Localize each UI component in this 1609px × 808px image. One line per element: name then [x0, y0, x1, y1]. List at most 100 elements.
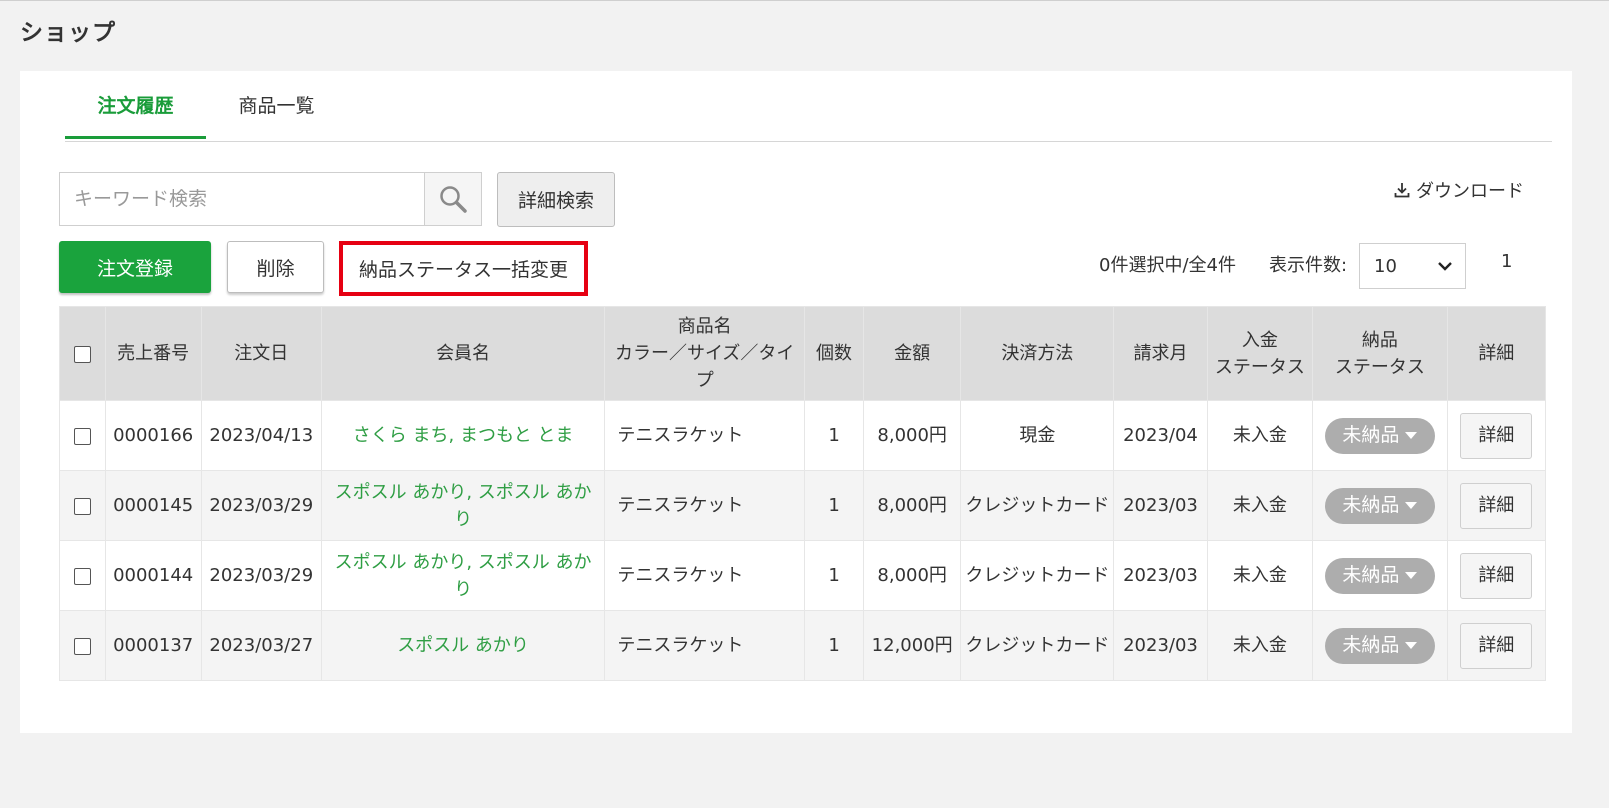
header-member: 会員名 — [320, 306, 606, 401]
header-payment-method: 決済方法 — [960, 306, 1115, 401]
header-sales-no: 売上番号 — [104, 306, 202, 401]
download-button[interactable]: ダウンロード — [1394, 177, 1524, 203]
tab-bar: 注文履歴 商品一覧 — [65, 71, 1552, 142]
detail-button[interactable]: 詳細 — [1460, 482, 1533, 529]
row-checkbox[interactable] — [73, 497, 91, 515]
member-link[interactable]: スポスル あかり, スポスル あかり — [335, 482, 592, 530]
member-link[interactable]: スポスル あかり — [397, 635, 529, 656]
delivery-status-cell: 未納品 — [1312, 470, 1448, 541]
caret-down-icon — [1405, 642, 1418, 649]
billing-month-cell: 2023/04 — [1113, 400, 1208, 471]
payment-method-cell: クレジットカード — [960, 470, 1115, 541]
per-page-value: 10 — [1374, 255, 1397, 277]
table-row: 0000166 2023/04/13 さくら まち, まつもと とま テニスラケ… — [59, 400, 1547, 471]
table-row: 0000144 2023/03/29 スポスル あかり, スポスル あかり テニ… — [59, 540, 1547, 611]
row-select-cell — [59, 610, 106, 681]
amount-cell: 12,000円 — [863, 610, 962, 681]
delete-button[interactable]: 削除 — [227, 241, 324, 293]
member-link[interactable]: スポスル あかり, スポスル あかり — [335, 552, 592, 600]
payment-status-cell: 未入金 — [1206, 470, 1314, 541]
header-qty: 個数 — [804, 306, 865, 401]
qty-cell: 1 — [804, 470, 865, 541]
payment-method-cell: 現金 — [960, 400, 1115, 471]
table-row: 0000137 2023/03/27 スポスル あかり テニスラケット 1 12… — [59, 610, 1547, 681]
delivery-status-dropdown[interactable]: 未納品 — [1324, 487, 1435, 524]
bulk-delivery-status-change-button[interactable]: 納品ステータス一括変更 — [339, 241, 588, 296]
header-payment-status-line1: 入金 — [1241, 329, 1278, 351]
row-select-cell — [59, 470, 106, 541]
advanced-search-button[interactable]: 詳細検索 — [497, 172, 615, 227]
search-icon — [440, 186, 467, 213]
sales-no-cell: 0000166 — [104, 400, 202, 471]
page-title: ショップ — [20, 20, 116, 46]
payment-status-cell: 未入金 — [1206, 540, 1314, 611]
member-cell: さくら まち, まつもと とま — [320, 400, 606, 471]
amount-cell: 8,000円 — [863, 470, 962, 541]
header-product-line1: 商品名 — [677, 316, 732, 337]
delivery-status-dropdown[interactable]: 未納品 — [1324, 417, 1435, 454]
detail-button[interactable]: 詳細 — [1460, 622, 1533, 669]
member-cell: スポスル あかり, スポスル あかり — [320, 470, 606, 541]
register-order-button[interactable]: 注文登録 — [59, 241, 211, 293]
sales-no-cell: 0000145 — [104, 470, 202, 541]
select-all-checkbox[interactable] — [73, 345, 91, 363]
row-checkbox[interactable] — [73, 567, 91, 585]
order-date-cell: 2023/04/13 — [200, 400, 322, 471]
selection-count: 0件選択中/全4件 — [1099, 255, 1236, 276]
header-delivery-status-line1: 納品 — [1361, 329, 1398, 351]
delivery-status-dropdown[interactable]: 未納品 — [1324, 557, 1435, 594]
header-product: 商品名 カラー／サイズ／タイプ — [604, 306, 806, 401]
delivery-status-cell: 未納品 — [1312, 400, 1448, 471]
payment-status-cell: 未入金 — [1206, 610, 1314, 681]
chevron-down-icon — [1438, 262, 1452, 271]
main-card: 注文履歴 商品一覧 詳細検索 ダウンロード 注文登録 削除 納品ステータス一括変… — [20, 71, 1572, 733]
sales-no-cell: 0000144 — [104, 540, 202, 611]
orders-table: 売上番号 注文日 会員名 商品名 カラー／サイズ／タイプ 個数 金額 決済方法 … — [59, 306, 1547, 681]
product-cell: テニスラケット — [604, 400, 806, 471]
member-link[interactable]: さくら まち, まつもと とま — [353, 425, 574, 446]
delivery-status-label: 未納品 — [1342, 494, 1400, 516]
header-billing-month: 請求月 — [1113, 306, 1208, 401]
delivery-status-label: 未納品 — [1342, 424, 1400, 446]
header-delivery-status-line2: ステータス — [1334, 356, 1425, 378]
download-icon — [1394, 183, 1410, 198]
header-order-date: 注文日 — [200, 306, 322, 401]
member-cell: スポスル あかり — [320, 610, 606, 681]
detail-cell: 詳細 — [1446, 540, 1547, 611]
qty-cell: 1 — [804, 400, 865, 471]
payment-method-cell: クレジットカード — [960, 610, 1115, 681]
order-date-cell: 2023/03/29 — [200, 470, 322, 541]
amount-cell: 8,000円 — [863, 400, 962, 471]
row-checkbox[interactable] — [73, 637, 91, 655]
caret-down-icon — [1405, 502, 1418, 509]
qty-cell: 1 — [804, 540, 865, 611]
header-delivery-status: 納品 ステータス — [1312, 306, 1448, 401]
detail-button[interactable]: 詳細 — [1460, 552, 1533, 599]
header-payment-status-line2: ステータス — [1214, 356, 1305, 378]
tab-product-list[interactable]: 商品一覧 — [206, 91, 347, 139]
header-product-line2: カラー／サイズ／タイプ — [614, 343, 795, 391]
delivery-status-cell: 未納品 — [1312, 610, 1448, 681]
header-payment-status: 入金 ステータス — [1206, 306, 1314, 401]
detail-cell: 詳細 — [1446, 400, 1547, 471]
delivery-status-cell: 未納品 — [1312, 540, 1448, 611]
search-button[interactable] — [424, 173, 481, 225]
per-page-select[interactable]: 10 — [1359, 243, 1466, 289]
row-checkbox[interactable] — [73, 427, 91, 445]
download-label: ダウンロード — [1416, 181, 1524, 202]
search-input[interactable] — [60, 173, 425, 225]
page-number[interactable]: 1 — [1501, 251, 1512, 272]
delivery-status-dropdown[interactable]: 未納品 — [1324, 627, 1435, 664]
header-detail: 詳細 — [1446, 306, 1547, 401]
detail-button[interactable]: 詳細 — [1460, 412, 1533, 459]
billing-month-cell: 2023/03 — [1113, 610, 1208, 681]
search-box — [59, 172, 482, 226]
product-cell: テニスラケット — [604, 470, 806, 541]
product-cell: テニスラケット — [604, 610, 806, 681]
amount-cell: 8,000円 — [863, 540, 962, 611]
row-select-cell — [59, 540, 106, 611]
table-header-row: 売上番号 注文日 会員名 商品名 カラー／サイズ／タイプ 個数 金額 決済方法 … — [59, 306, 1547, 401]
order-date-cell: 2023/03/27 — [200, 610, 322, 681]
tab-order-history[interactable]: 注文履歴 — [65, 91, 206, 139]
sales-no-cell: 0000137 — [104, 610, 202, 681]
